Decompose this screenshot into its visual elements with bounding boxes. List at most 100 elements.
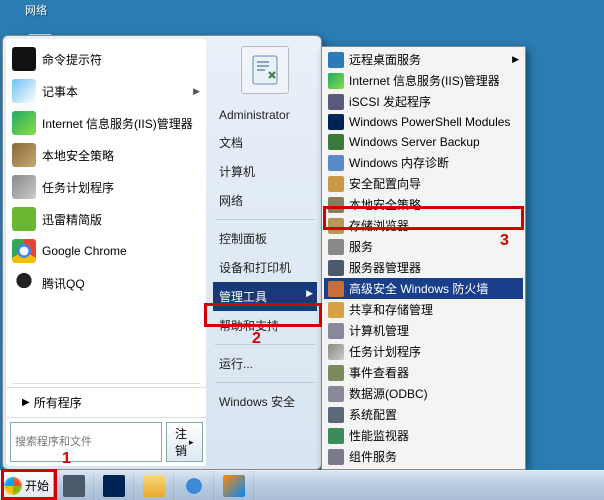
ie-icon <box>183 475 205 497</box>
chevron-right-icon: ▶ <box>512 54 519 65</box>
taskbar: 开始 <box>0 470 604 500</box>
submenu-item-3[interactable]: Windows PowerShell Modules <box>324 112 523 132</box>
submenu-label: 计算机管理 <box>349 322 409 339</box>
taskbar-item-explorer[interactable] <box>134 471 174 500</box>
submenu-label: iSCSI 发起程序 <box>349 93 431 110</box>
program-icon <box>12 143 36 167</box>
annotation-number-2: 2 <box>252 330 261 348</box>
submenu-item-11[interactable]: 高级安全 Windows 防火墙 <box>324 278 523 299</box>
tool-icon <box>328 239 344 255</box>
program-label: 本地安全策略 <box>42 147 114 164</box>
separator <box>215 382 315 383</box>
program-item-0[interactable]: 命令提示符 <box>6 43 206 75</box>
program-icon <box>12 47 36 71</box>
submenu-item-13[interactable]: 计算机管理 <box>324 320 523 341</box>
link-label: 帮助和支持 <box>219 319 279 333</box>
desktop-icon-network[interactable]: 网络 <box>6 2 66 18</box>
program-item-3[interactable]: 本地安全策略 <box>6 139 206 171</box>
program-icon <box>12 79 36 103</box>
right-link-管理工具[interactable]: 管理工具▶ <box>213 282 317 311</box>
submenu-item-9[interactable]: 服务 <box>324 236 523 257</box>
tool-icon <box>328 197 344 213</box>
submenu-item-7[interactable]: 本地安全策略 <box>324 194 523 215</box>
link-label: 设备和打印机 <box>219 261 291 275</box>
program-icon <box>12 239 36 263</box>
right-link-设备和打印机[interactable]: 设备和打印机 <box>213 253 317 282</box>
chevron-right-icon: ▶ <box>193 86 200 97</box>
logout-button[interactable]: 注销 ▸ <box>166 422 203 462</box>
link-label: 文档 <box>219 136 243 150</box>
submenu-label: 存储浏览器 <box>349 217 409 234</box>
right-link-网络[interactable]: 网络 <box>213 186 317 215</box>
program-item-6[interactable]: Google Chrome <box>6 235 206 267</box>
start-button[interactable]: 开始 <box>0 471 54 500</box>
media-player-icon <box>223 475 245 497</box>
user-avatar <box>241 46 289 94</box>
desktop-label: 网络 <box>6 2 66 18</box>
right-link-帮助和支持[interactable]: 帮助和支持 <box>213 311 317 340</box>
right-link-文档[interactable]: 文档 <box>213 128 317 157</box>
separator <box>215 219 315 220</box>
right-link-Windows 安全[interactable]: Windows 安全 <box>213 387 317 416</box>
program-label: Internet 信息服务(IIS)管理器 <box>42 115 193 132</box>
submenu-item-16[interactable]: 数据源(ODBC) <box>324 383 523 404</box>
submenu-label: 本地安全策略 <box>349 196 421 213</box>
arrow-right-icon: ▶ <box>22 397 30 408</box>
annotation-number-3: 3 <box>500 232 509 250</box>
right-link-控制面板[interactable]: 控制面板 <box>213 224 317 253</box>
taskbar-item-powershell[interactable] <box>94 471 134 500</box>
program-item-2[interactable]: Internet 信息服务(IIS)管理器 <box>6 107 206 139</box>
annotation-number-1: 1 <box>62 450 71 468</box>
right-link-运行...[interactable]: 运行... <box>213 349 317 378</box>
submenu-item-17[interactable]: 系统配置 <box>324 404 523 425</box>
submenu-item-8[interactable]: 存储浏览器 <box>324 215 523 236</box>
submenu-item-14[interactable]: 任务计划程序 <box>324 341 523 362</box>
tool-icon <box>328 94 344 110</box>
submenu-item-18[interactable]: 性能监视器 <box>324 425 523 446</box>
start-menu-left-pane: 命令提示符 记事本 ▶ Internet 信息服务(IIS)管理器 本地安全策略… <box>6 39 206 466</box>
right-link-计算机[interactable]: 计算机 <box>213 157 317 186</box>
submenu-label: Windows PowerShell Modules <box>349 115 510 129</box>
separator <box>12 383 200 384</box>
start-menu-programs-list: 命令提示符 记事本 ▶ Internet 信息服务(IIS)管理器 本地安全策略… <box>6 39 206 380</box>
user-name[interactable]: Administrator <box>213 102 317 128</box>
tool-icon <box>328 52 344 68</box>
start-label: 开始 <box>25 477 49 494</box>
submenu-item-1[interactable]: Internet 信息服务(IIS)管理器 <box>324 70 523 91</box>
start-menu-search-row: 注销 ▸ <box>6 417 206 466</box>
program-item-7[interactable]: 腾讯QQ <box>6 267 206 299</box>
submenu-item-12[interactable]: 共享和存储管理 <box>324 299 523 320</box>
taskbar-item-server-manager[interactable] <box>54 471 94 500</box>
tool-icon <box>328 114 344 130</box>
submenu-label: 高级安全 Windows 防火墙 <box>349 280 488 297</box>
taskbar-item-wmp[interactable] <box>214 471 254 500</box>
program-label: 腾讯QQ <box>42 275 85 292</box>
tool-icon <box>328 302 344 318</box>
start-menu: 命令提示符 记事本 ▶ Internet 信息服务(IIS)管理器 本地安全策略… <box>2 35 322 470</box>
explorer-icon <box>143 475 165 497</box>
submenu-label: 安全配置向导 <box>349 175 421 192</box>
all-programs[interactable]: ▶ 所有程序 <box>6 387 206 417</box>
taskbar-item-ie[interactable] <box>174 471 214 500</box>
program-item-1[interactable]: 记事本 ▶ <box>6 75 206 107</box>
program-item-5[interactable]: 迅雷精简版 <box>6 203 206 235</box>
submenu-item-10[interactable]: 服务器管理器 <box>324 257 523 278</box>
submenu-item-5[interactable]: Windows 内存诊断 <box>324 152 523 173</box>
search-input[interactable] <box>10 422 162 462</box>
submenu-item-15[interactable]: 事件查看器 <box>324 362 523 383</box>
program-item-4[interactable]: 任务计划程序 <box>6 171 206 203</box>
link-label: 计算机 <box>219 165 255 179</box>
submenu-item-4[interactable]: Windows Server Backup <box>324 132 523 152</box>
submenu-item-19[interactable]: 组件服务 <box>324 446 523 467</box>
link-label: 网络 <box>219 194 243 208</box>
submenu-label: 服务器管理器 <box>349 259 421 276</box>
submenu-item-0[interactable]: 远程桌面服务 ▶ <box>324 49 523 70</box>
program-label: Google Chrome <box>42 244 127 258</box>
submenu-item-2[interactable]: iSCSI 发起程序 <box>324 91 523 112</box>
submenu-label: 数据源(ODBC) <box>349 385 428 402</box>
submenu-item-6[interactable]: 安全配置向导 <box>324 173 523 194</box>
tool-icon <box>328 323 344 339</box>
program-icon <box>12 175 36 199</box>
tool-icon <box>328 176 344 192</box>
logout-label: 注销 <box>175 425 187 459</box>
